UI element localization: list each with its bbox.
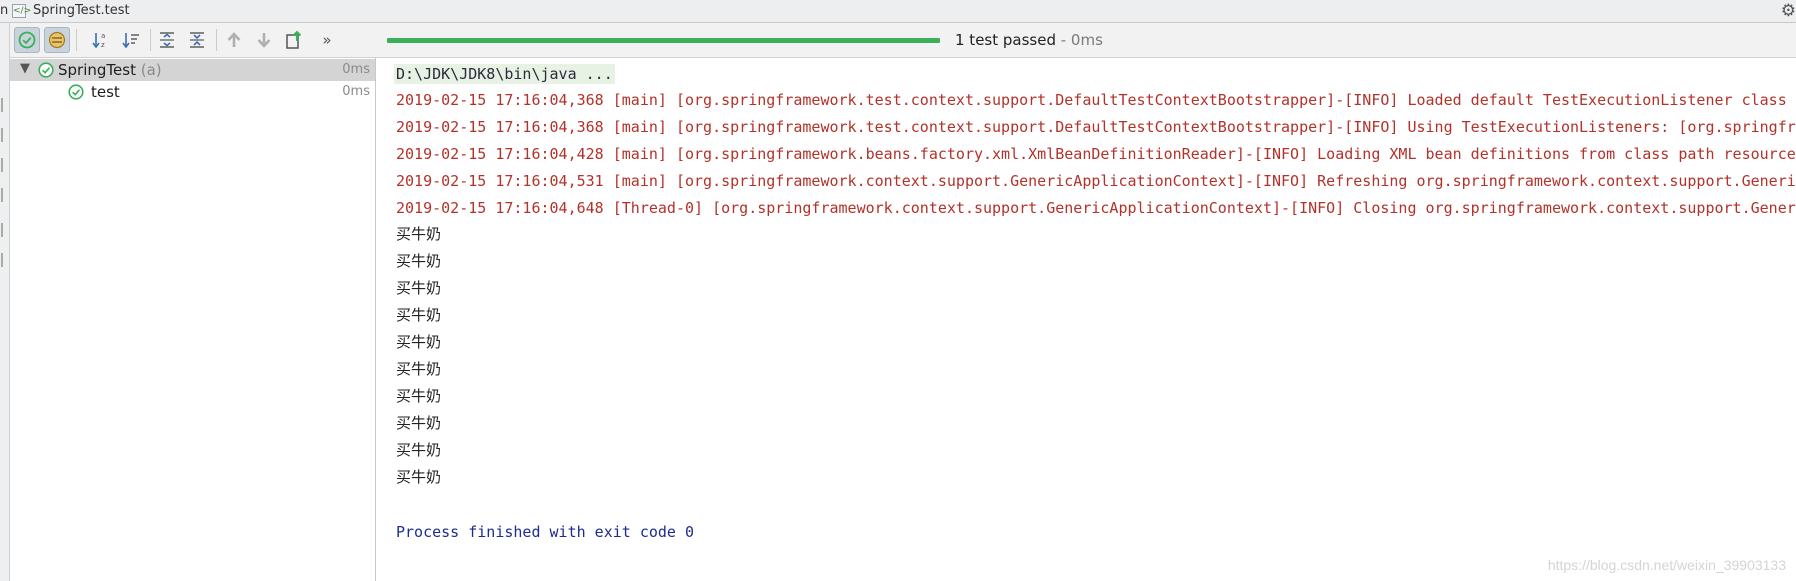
export-results-button[interactable]	[281, 27, 307, 53]
console-log-line: 2019-02-15 17:16:04,531 [main] [org.spri…	[396, 172, 1796, 190]
console-log-line: 2019-02-15 17:16:04,368 [main] [org.spri…	[396, 118, 1796, 136]
title-bar: n </> SpringTest.test ⚙	[0, 0, 1796, 23]
test-passed-icon	[38, 62, 54, 78]
tree-node-test[interactable]: test 0ms	[10, 81, 375, 103]
console-output-line: 买牛奶	[396, 333, 442, 351]
collapse-all-button[interactable]	[184, 27, 210, 53]
svg-text:a: a	[101, 32, 105, 40]
test-progress-bar	[387, 38, 940, 43]
svg-text:z: z	[101, 41, 105, 49]
previous-failed-button[interactable]	[221, 27, 247, 53]
test-passed-icon	[68, 84, 84, 100]
ignored-icon	[48, 31, 66, 49]
console-exit-message: Process finished with exit code 0	[396, 523, 695, 541]
console-log-line: 2019-02-15 17:16:04,368 [main] [org.spri…	[396, 91, 1796, 109]
console-output[interactable]: D:\JDK\JDK8\bin\java ... 2019-02-15 17:1…	[377, 58, 1796, 581]
console-output-line: 买牛奶	[396, 225, 442, 243]
window-title: SpringTest.test	[33, 3, 130, 18]
sort-by-duration-button[interactable]	[118, 27, 144, 53]
console-output-line: 买牛奶	[396, 279, 442, 297]
export-icon	[286, 30, 302, 49]
gutter-marker	[1, 253, 3, 267]
chevron-down-icon[interactable]: ▼	[20, 61, 30, 76]
watermark: https://blog.csdn.net/weixin_39903133	[1547, 557, 1786, 573]
gear-icon[interactable]: ⚙	[1781, 1, 1796, 21]
test-duration: 0ms	[342, 84, 370, 99]
console-output-line: 买牛奶	[396, 252, 442, 270]
check-circle-icon	[18, 31, 36, 49]
sort-alphabetically-button[interactable]: a z	[88, 27, 114, 53]
console-log-line: 2019-02-15 17:16:04,428 [main] [org.spri…	[396, 145, 1796, 163]
toolbar-separator	[216, 29, 217, 51]
gutter-marker	[1, 223, 3, 237]
toolbar-separator	[150, 29, 151, 51]
gutter-marker	[1, 128, 3, 142]
test-tree-panel: ▼ SpringTest (a) 0ms test 0ms	[10, 58, 376, 581]
status-text: 1 test passed	[955, 31, 1056, 49]
tree-node-root[interactable]: ▼ SpringTest (a) 0ms	[10, 59, 375, 81]
console-output-line: 买牛奶	[396, 441, 442, 459]
sort-az-icon: a z	[92, 32, 105, 49]
tree-node-label: test	[91, 83, 120, 101]
console-output-line: 买牛奶	[396, 387, 442, 405]
arrow-up-icon	[227, 32, 241, 47]
run-config-icon: </>	[12, 4, 32, 18]
root-duration: 0ms	[342, 62, 370, 77]
console-output-line: 买牛奶	[396, 360, 442, 378]
expand-all-icon	[160, 32, 174, 48]
toolbar-separator	[76, 29, 77, 51]
show-ignored-button[interactable]	[44, 27, 70, 53]
collapse-all-icon	[190, 32, 204, 48]
double-chevron-right-icon: »	[322, 31, 332, 49]
console-output-line: 买牛奶	[396, 414, 442, 432]
sort-duration-icon	[122, 33, 139, 49]
test-runner-toolbar: a z » 1 test passed - 0ms	[10, 23, 1796, 58]
gutter-marker	[1, 98, 3, 112]
gutter-marker	[1, 158, 3, 172]
status-duration: - 0ms	[1055, 31, 1103, 49]
console-output-line: 买牛奶	[396, 468, 442, 486]
arrow-down-icon	[257, 33, 271, 48]
root-label: SpringTest	[58, 61, 136, 79]
title-fragment: n	[0, 3, 9, 18]
next-failed-button[interactable]	[251, 27, 277, 53]
test-status: 1 test passed - 0ms	[955, 31, 1103, 49]
console-command-line: D:\JDK\JDK8\bin\java ...	[394, 64, 615, 84]
console-output-line: 买牛奶	[396, 306, 442, 324]
tree-node-label: SpringTest (a)	[58, 61, 162, 79]
expand-all-button[interactable]	[154, 27, 180, 53]
console-log-line: 2019-02-15 17:16:04,648 [Thread-0] [org.…	[396, 199, 1796, 217]
show-passed-button[interactable]	[14, 27, 40, 53]
more-button[interactable]: »	[314, 27, 340, 53]
left-gutter	[0, 23, 10, 581]
gutter-marker	[1, 188, 3, 202]
root-hint: (a)	[140, 61, 162, 79]
